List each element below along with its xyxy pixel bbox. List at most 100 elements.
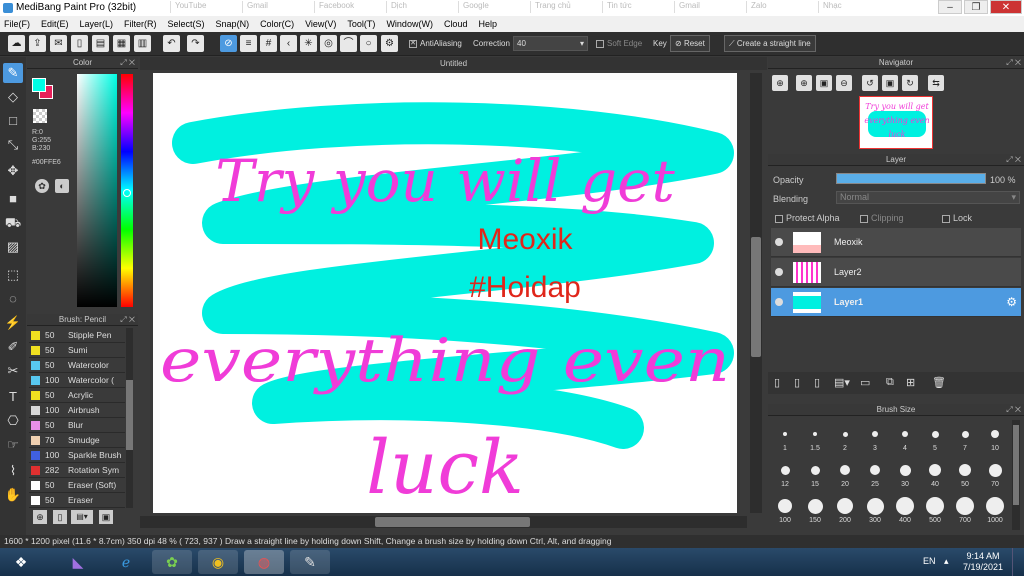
brush-item[interactable]: 50 Blur	[29, 418, 125, 433]
panel-tool-icon[interactable]: ⎔	[3, 411, 23, 431]
brush-item[interactable]: 50 Watercolor	[29, 358, 125, 373]
blending-select[interactable]: Normal ▾	[836, 191, 1020, 204]
brush-size-option[interactable]: 30	[890, 456, 920, 488]
no-snap-icon[interactable]: ⊘	[220, 35, 237, 52]
brush-item[interactable]: 100 Sparkle Brush	[29, 448, 125, 463]
layer-row[interactable]: Meoxik	[771, 228, 1021, 257]
brush-size-option[interactable]: 150	[800, 492, 830, 524]
panel-close-icon[interactable]: ⤢ ✕	[120, 314, 135, 326]
menu-color[interactable]: Color(C)	[260, 19, 294, 29]
brush-size-option[interactable]: 25	[860, 456, 890, 488]
zoom-out-icon[interactable]: ⊖	[836, 75, 852, 91]
brush-size-option[interactable]: 1.5	[800, 420, 830, 452]
magic-wand-icon[interactable]: ⚡	[3, 313, 23, 333]
soft-edge-checkbox[interactable]	[596, 39, 604, 48]
operation-tool-icon[interactable]: ☞	[3, 435, 23, 455]
drawing-canvas[interactable]: Try you will get Meoxik #Hoidap everythi…	[153, 73, 737, 513]
undo-icon[interactable]: ↶	[163, 35, 180, 52]
brush-size-option[interactable]: 2	[830, 420, 860, 452]
transparent-color-swatch[interactable]	[33, 109, 47, 123]
brush-size-option[interactable]: 7	[950, 420, 980, 452]
panel-close-icon[interactable]: ⤢ ✕	[120, 57, 135, 69]
cross-snap-icon[interactable]: #	[260, 35, 277, 52]
menu-window[interactable]: Window(W)	[386, 19, 433, 29]
hand-tool-icon[interactable]: ✋	[3, 485, 23, 505]
menu-help[interactable]: Help	[478, 19, 497, 29]
save-icon[interactable]: ▤	[92, 35, 109, 52]
new-layer-icon[interactable]: ▯	[774, 376, 780, 389]
brush-size-option[interactable]: 500	[920, 492, 950, 524]
brush-item[interactable]: 50 Acrylic	[29, 388, 125, 403]
lasso-tool-icon[interactable]: ◌	[3, 289, 23, 309]
correction-select[interactable]: 40 ▾	[513, 36, 588, 51]
actual-size-icon[interactable]: ▣	[816, 75, 832, 91]
brush-file-icon[interactable]: ▯	[53, 510, 67, 524]
add-brush-icon[interactable]: ⊕	[33, 510, 47, 524]
circle-snap-icon[interactable]: ◎	[320, 35, 337, 52]
brush-size-option[interactable]: 3	[860, 420, 890, 452]
visibility-icon[interactable]	[775, 238, 783, 246]
opacity-slider[interactable]	[836, 173, 986, 184]
medibang-icon[interactable]: ◍	[244, 550, 284, 574]
menu-select[interactable]: Select(S)	[168, 19, 205, 29]
dot-tool-icon[interactable]: □	[3, 111, 23, 131]
tray-up-icon[interactable]: ▴	[944, 556, 949, 567]
rotate-left-icon[interactable]: ↺	[862, 75, 878, 91]
saturation-value-picker[interactable]	[77, 74, 117, 307]
brush-item[interactable]: 70 Smudge	[29, 433, 125, 448]
brush-tool-icon[interactable]: ✎	[3, 63, 23, 83]
navigator-preview[interactable]: Try you will get everything even luck	[859, 96, 933, 149]
canvas-horizontal-scroll-thumb[interactable]	[375, 517, 530, 527]
fit-window-icon[interactable]: ▣	[882, 75, 898, 91]
redo-icon[interactable]: ↷	[187, 35, 204, 52]
brush-size-option[interactable]: 40	[920, 456, 950, 488]
duplicate-layer-icon[interactable]: ⧉	[886, 376, 894, 389]
internet-explorer-icon[interactable]: ℯ	[106, 550, 146, 574]
reset-button[interactable]: ⊘ Reset	[670, 35, 710, 52]
create-straight-line-button[interactable]: ⟋ Create a straight line	[724, 35, 816, 52]
brush-settings-icon[interactable]: ▣	[99, 510, 113, 524]
color-wheel-icon[interactable]: ◐	[55, 179, 69, 193]
new-layer-8bit-icon[interactable]: ▯	[794, 376, 800, 389]
rotate-right-icon[interactable]: ↻	[902, 75, 918, 91]
foreground-color-swatch[interactable]	[32, 78, 46, 92]
vanishing-snap-icon[interactable]: ‹	[280, 35, 297, 52]
menu-tool[interactable]: Tool(T)	[347, 19, 375, 29]
zoom-fit-icon[interactable]: ⊕	[772, 75, 788, 91]
antialiasing-checkbox[interactable]: ✕	[409, 39, 417, 48]
minimize-button[interactable]: –	[938, 0, 962, 14]
comment-icon[interactable]: ✉	[50, 35, 67, 52]
line-tool-icon[interactable]: ⤡	[3, 135, 23, 155]
brush-item[interactable]: 100 Airbrush	[29, 403, 125, 418]
folder-icon[interactable]: ▭	[860, 376, 870, 389]
fill-shape-tool-icon[interactable]: ■	[3, 189, 23, 209]
hue-handle[interactable]	[123, 189, 131, 197]
brush-item[interactable]: 50 Eraser (Soft)	[29, 478, 125, 493]
add-layer-menu-icon[interactable]: ▤▾	[834, 376, 850, 389]
menu-edit[interactable]: Edit(E)	[41, 19, 69, 29]
select-eraser-icon[interactable]: ✂	[3, 361, 23, 381]
radial-snap-icon[interactable]: ✳	[300, 35, 317, 52]
new-file-icon[interactable]: ▯	[71, 35, 88, 52]
cloud-icon[interactable]: ☁	[8, 35, 25, 52]
text-tool-icon[interactable]: T	[3, 387, 23, 407]
brush-size-option[interactable]: 5	[920, 420, 950, 452]
brush-size-option[interactable]: 10	[980, 420, 1010, 452]
layer-settings-icon[interactable]: ⚙	[1006, 295, 1017, 309]
merge-layer-icon[interactable]: ⊞	[906, 376, 915, 389]
eraser-tool-icon[interactable]: ◇	[3, 87, 23, 107]
share-icon[interactable]: ⇪	[29, 35, 46, 52]
canvas-vertical-scroll-thumb[interactable]	[751, 237, 761, 357]
snap-settings-icon[interactable]: ⚙	[381, 35, 398, 52]
clipping-checkbox[interactable]	[860, 214, 868, 223]
menu-layer[interactable]: Layer(L)	[80, 19, 114, 29]
bucket-tool-icon[interactable]: ⛟	[3, 213, 23, 233]
layer-row[interactable]: Layer2	[771, 258, 1021, 287]
layer-row[interactable]: Layer1 ⚙	[771, 288, 1021, 317]
brush-size-option[interactable]: 20	[830, 456, 860, 488]
select-tool-icon[interactable]: ⬚	[3, 265, 23, 285]
start-button-icon[interactable]: ❖	[4, 550, 38, 574]
chrome-icon[interactable]: ◉	[198, 550, 238, 574]
delete-layer-icon[interactable]: 🗑	[932, 376, 946, 389]
brush-menu-icon[interactable]: ▤▾	[71, 510, 93, 524]
